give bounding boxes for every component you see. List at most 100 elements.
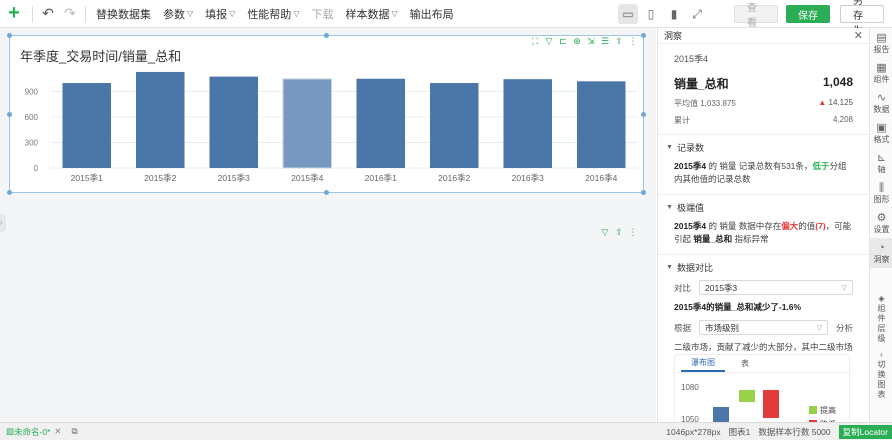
save-as-button[interactable]: 另存为 [840, 0, 884, 37]
view-button[interactable]: 查看 [734, 3, 778, 29]
chevron-down-icon: ▽ [391, 9, 398, 18]
menu-fill-report[interactable]: 填报 ▽ [199, 0, 241, 28]
basis-label: 根据 [674, 322, 692, 333]
top-toolbar: + ↶ ↷ 替换数据集 参数 ▽ 填报 ▽ 性能帮助 ▽ 下载 样本数据 ▽ 输出布局 … [0, 0, 892, 37]
compare-field: 对比 2015季3 ▽ [674, 280, 853, 295]
x-axis-ticks: 2015季1 2015季2 2015季3 2015季4 2016季1 2016季2 2016… [71, 173, 618, 183]
section-extreme-header[interactable]: ▼ 极端值 [658, 195, 869, 214]
cumulative-row: 累计 4,208 [658, 109, 869, 126]
resize-handle[interactable] [7, 190, 12, 195]
rail-item-insight[interactable]: ◔ 洞察 [870, 238, 892, 268]
section-records-header[interactable]: ▼ 记录数 [658, 135, 869, 154]
extreme-text: 2015季4 的 销量 数据中存在偏大的值(7)，可能引起 销量_总和 指标异常 [658, 214, 869, 246]
insight-panel: 洞察 ✕ 2015季4 销量_总和 1,048 平均值 1,033.875 ▲ … [657, 28, 869, 422]
resize-handle[interactable] [324, 190, 329, 195]
menu-parameters[interactable]: 参数 ▽ [157, 0, 199, 28]
tab-table[interactable]: 表 [731, 355, 759, 372]
bar-2015季3[interactable] [209, 76, 259, 168]
report-canvas: › 年季度_交易时间/销量_总和 ⛶ ▽ ⊏ ⊕ ⇲ ☰ ⇪ ⋮ 900 600 3… [0, 28, 656, 422]
rail-item-axis[interactable]: ⊾ 轴 [870, 148, 892, 178]
resize-handle[interactable] [641, 190, 646, 195]
menu-label: 参数 [163, 8, 185, 21]
copy-locator-button[interactable]: 复制Locator [838, 424, 892, 439]
section-title: 极端值 [676, 203, 704, 213]
close-icon[interactable]: ✕ [54, 426, 61, 437]
resize-handle[interactable] [641, 112, 646, 117]
bar-2016季4[interactable] [576, 81, 626, 168]
cumulative-value: 4,208 [832, 115, 853, 124]
rail-item-switch-chart[interactable]: ‹ 切 换 图 表 [870, 350, 892, 400]
export-icon[interactable]: ⇪ [613, 226, 625, 238]
axis-icon: ⊾ [876, 151, 887, 164]
waterfall-up-bar [739, 390, 755, 402]
status-info: 1046px*278px 图表1 数据样本行数 5000 复制Locator [666, 424, 892, 439]
rail-item-graphic[interactable]: ⫼ 图形 [870, 178, 892, 208]
compare-result: 2015季4的销量_总和减少了-1.6% [674, 302, 802, 312]
resize-handle[interactable] [641, 33, 646, 38]
save-button[interactable]: 保存 [786, 5, 830, 23]
report-tab[interactable]: ▧ 未命名-0* ✕ [0, 426, 66, 438]
bar-2016季1[interactable] [356, 78, 406, 168]
add-icon[interactable]: + [0, 0, 28, 28]
x-tick-label: 2015季3 [218, 173, 250, 183]
redo-icon[interactable]: ↷ [59, 3, 81, 25]
bar-2016季3[interactable] [503, 79, 553, 168]
compare-select[interactable]: 2015季3 ▽ [699, 280, 853, 295]
undo-icon[interactable]: ↶ [37, 3, 59, 25]
section-title: 记录数 [676, 143, 704, 153]
resize-handle[interactable] [324, 33, 329, 38]
rail-item-format[interactable]: ▣ 格式 [870, 118, 892, 148]
menu-performance-help[interactable]: 性能帮助 ▽ [241, 0, 305, 28]
tab-waterfall[interactable]: 瀑布图 [681, 355, 725, 372]
resize-handle[interactable] [7, 33, 12, 38]
rail-item-report[interactable]: ▤ 报告 [870, 28, 892, 58]
rail-label: 组件 [873, 74, 890, 84]
x-tick-label: 2016季3 [512, 173, 544, 183]
extreme-desc: 的 销量 数据中存在 [706, 221, 782, 231]
panel-header: 洞察 ✕ [658, 28, 869, 44]
gear-icon: ⚙ [876, 211, 887, 224]
filter-icon[interactable]: ▽ [599, 226, 611, 238]
mobile-view-icon[interactable]: ▮ [664, 4, 684, 24]
rail-label: 设置 [873, 224, 890, 234]
bar-2016季2[interactable] [429, 83, 479, 168]
period-text: 2015季4 [674, 221, 707, 231]
widget-secondary-toolbar: ▽ ⇪ ⋮ [597, 225, 639, 239]
basis-select[interactable]: 市场级别 ▽ [699, 320, 828, 335]
basis-field: 根据 市场级别 ▽ 分析 [674, 320, 853, 335]
sample-rows: 数据样本行数 5000 [758, 426, 831, 437]
more-icon[interactable]: ⋮ [627, 226, 639, 238]
bar-2015季4[interactable] [282, 78, 333, 169]
chart-widget[interactable]: 年季度_交易时间/销量_总和 ⛶ ▽ ⊏ ⊕ ⇲ ☰ ⇪ ⋮ 900 600 300… [7, 33, 646, 195]
menu-sample-data[interactable]: 样本数据 ▽ [339, 0, 403, 28]
tablet-view-icon[interactable]: ▯ [641, 4, 661, 24]
rail-item-component[interactable]: ▦ 组件 [870, 58, 892, 88]
fullscreen-icon[interactable]: ⤢ [687, 4, 707, 24]
bar-2015季2[interactable] [135, 71, 185, 168]
rail-item-settings[interactable]: ⚙ 设置 [870, 208, 892, 238]
y-axis-ticks: 900 600 300 0 [25, 88, 39, 174]
analyze-button[interactable]: 分析 [836, 322, 853, 334]
waterfall-down-bar [763, 390, 779, 418]
insight-period: 2015季4 [674, 54, 709, 64]
metric-ref: 销量_总和 [693, 234, 733, 244]
layers-icon: ◈ [878, 294, 885, 303]
waterfall-ytick: 1080 [681, 383, 699, 392]
menu-output-layout[interactable]: 输出布局 [404, 0, 460, 28]
menu-replace-dataset[interactable]: 替换数据集 [90, 0, 157, 28]
menu-download[interactable]: 下载 [305, 0, 339, 28]
rail-item-data[interactable]: ∿ 数据 [870, 88, 892, 118]
desktop-view-icon[interactable]: ▭ [618, 4, 638, 24]
close-icon[interactable]: ✕ [854, 29, 863, 42]
average-label: 平均值 1,033.875 [674, 99, 736, 108]
expand-left-icon[interactable]: › [0, 214, 6, 232]
lower-text: 低于 [812, 161, 830, 171]
panel-title: 洞察 [664, 31, 683, 41]
section-compare-header[interactable]: ▼ 数据对比 [658, 255, 869, 274]
rail-item-component-layers[interactable]: ◈ 组 件 层 级 [870, 294, 892, 344]
resize-handle[interactable] [7, 112, 12, 117]
bar-2015季1[interactable] [62, 83, 112, 168]
basis-value: 市场级别 [705, 322, 740, 333]
rail-label: 洞察 [873, 254, 890, 264]
copy-report-icon[interactable]: ⧉ [72, 426, 78, 437]
